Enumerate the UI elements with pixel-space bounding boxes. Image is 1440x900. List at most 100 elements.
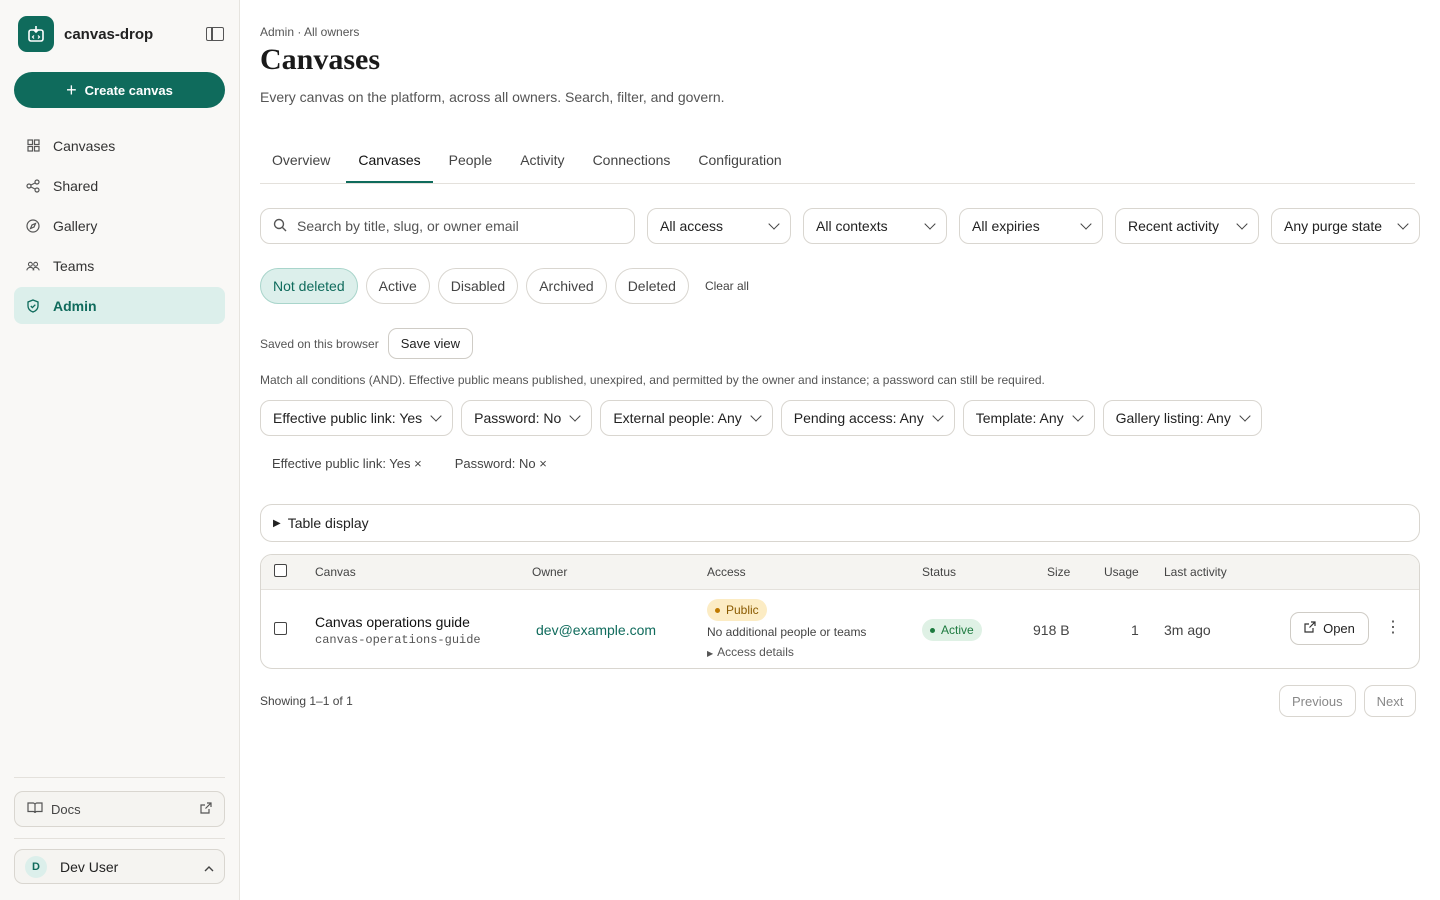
chevron-down-icon: [1072, 410, 1084, 422]
chevron-down-icon: [750, 410, 762, 422]
docs-link[interactable]: Docs: [14, 791, 225, 827]
pagination: Previous Next: [1279, 685, 1417, 717]
select-value: All expiries: [972, 218, 1040, 234]
saved-label: Saved on this browser: [260, 336, 379, 351]
sidebar-item-label: Shared: [53, 177, 99, 194]
access-details-toggle[interactable]: ▶ Access details: [707, 645, 794, 659]
column-header-owner[interactable]: Owner: [532, 565, 567, 579]
chip-disabled[interactable]: Disabled: [437, 268, 519, 304]
create-canvas-button[interactable]: + Create canvas: [14, 72, 225, 108]
context-filter-select[interactable]: All contexts: [803, 208, 947, 244]
canvases-table: Canvas Owner Access Status Size Usage La…: [260, 554, 1420, 669]
dot-icon: [930, 627, 935, 633]
owner-email-link[interactable]: dev@example.com: [536, 622, 656, 638]
access-note: No additional people or teams: [707, 625, 867, 639]
active-filter-pills: Effective public link: Yes × Password: N…: [260, 455, 568, 473]
column-header-size[interactable]: Size: [1047, 565, 1070, 579]
sidebar-item-shared[interactable]: Shared: [14, 167, 225, 204]
chevron-down-icon: [1397, 218, 1409, 230]
gallery-listing-filter[interactable]: Gallery listing: Any: [1102, 400, 1262, 436]
chevron-down-icon: [768, 218, 780, 230]
sidebar-item-admin[interactable]: Admin: [14, 287, 225, 324]
pagination-summary: Showing 1–1 of 1: [260, 694, 353, 708]
sidebar: canvas-drop + Create canvas Canvases Shar…: [0, 0, 240, 900]
plus-icon: +: [66, 79, 77, 100]
user-menu[interactable]: D Dev User: [14, 849, 225, 884]
select-all-checkbox[interactable]: [274, 564, 287, 577]
chip-deleted[interactable]: Deleted: [614, 268, 689, 304]
chip-not-deleted[interactable]: Not deleted: [260, 268, 358, 304]
save-view-button[interactable]: Save view: [387, 328, 473, 359]
chip-archived[interactable]: Archived: [526, 268, 607, 304]
column-header-access[interactable]: Access: [707, 565, 746, 579]
sort-select[interactable]: Recent activity: [1115, 208, 1259, 244]
sidebar-toggle-icon[interactable]: [206, 27, 224, 41]
tab-overview[interactable]: Overview: [260, 144, 342, 183]
sidebar-item-canvases[interactable]: Canvases: [14, 127, 225, 164]
advanced-filters: Effective public link: Yes Password: No …: [260, 400, 1270, 436]
compass-icon: [26, 218, 40, 233]
tab-connections[interactable]: Connections: [581, 144, 683, 183]
sidebar-divider: [14, 777, 225, 778]
purge-filter-select[interactable]: Any purge state: [1271, 208, 1420, 244]
sidebar-item-label: Canvases: [53, 137, 116, 154]
more-actions-icon[interactable]: ⋮: [1385, 618, 1401, 638]
chip-active[interactable]: Active: [365, 268, 430, 304]
access-filter-select[interactable]: All access: [647, 208, 791, 244]
open-canvas-button[interactable]: Open: [1290, 612, 1369, 645]
saved-view-row: Saved on this browser Save view: [260, 328, 473, 359]
row-checkbox[interactable]: [274, 622, 287, 635]
search-icon: [273, 218, 287, 235]
external-link-icon: [1304, 621, 1316, 636]
remove-filter-pill[interactable]: Password: No ×: [443, 455, 559, 473]
table-display-toggle[interactable]: ▶ Table display: [260, 504, 1420, 542]
pending-access-filter[interactable]: Pending access: Any: [780, 400, 955, 436]
table-row: Canvas operations guide canvas-operation…: [261, 590, 1419, 668]
search-input[interactable]: [297, 218, 617, 234]
password-filter[interactable]: Password: No: [461, 400, 593, 436]
chevron-down-icon: [569, 410, 581, 422]
table-display-label: Table display: [287, 515, 369, 531]
sidebar-nav: Canvases Shared Gallery Teams Admin: [14, 127, 225, 327]
app-name: canvas-drop: [64, 25, 154, 43]
tab-configuration[interactable]: Configuration: [686, 144, 793, 183]
next-page-button[interactable]: Next: [1363, 685, 1417, 717]
avatar: D: [25, 855, 47, 878]
template-filter[interactable]: Template: Any: [962, 400, 1095, 436]
last-activity: 3m ago: [1164, 622, 1211, 638]
status-label: Active: [941, 623, 974, 637]
column-header-status[interactable]: Status: [922, 565, 956, 579]
shield-icon: [26, 298, 40, 313]
canvas-title[interactable]: Canvas operations guide: [315, 614, 470, 630]
tab-activity[interactable]: Activity: [508, 144, 576, 183]
disclosure-triangle-icon: ▶: [707, 649, 714, 658]
column-header-usage[interactable]: Usage: [1104, 565, 1139, 579]
canvas-slug: canvas-operations-guide: [315, 633, 481, 647]
share-icon: [26, 178, 40, 193]
sidebar-item-teams[interactable]: Teams: [14, 247, 225, 284]
sidebar-item-label: Teams: [53, 257, 95, 274]
tab-people[interactable]: People: [437, 144, 505, 183]
select-value: Any purge state: [1284, 218, 1383, 234]
previous-page-button[interactable]: Previous: [1279, 685, 1356, 717]
filter-value: Effective public link: Yes: [273, 410, 423, 426]
users-icon: [26, 259, 40, 273]
clear-all-link[interactable]: Clear all: [705, 279, 749, 293]
book-icon: [27, 801, 43, 817]
sidebar-item-gallery[interactable]: Gallery: [14, 207, 225, 244]
match-description: Match all conditions (AND). Effective pu…: [260, 373, 1045, 387]
column-header-canvas[interactable]: Canvas: [315, 565, 356, 579]
expiry-filter-select[interactable]: All expiries: [959, 208, 1103, 244]
effective-public-filter[interactable]: Effective public link: Yes: [260, 400, 454, 436]
column-header-last-activity[interactable]: Last activity: [1164, 565, 1227, 579]
select-value: All access: [660, 218, 724, 234]
docs-label: Docs: [51, 801, 81, 817]
external-people-filter[interactable]: External people: Any: [600, 400, 773, 436]
chevron-up-icon: [204, 859, 214, 875]
remove-filter-pill[interactable]: Effective public link: Yes ×: [260, 455, 434, 473]
search-box: [260, 208, 635, 244]
tab-canvases[interactable]: Canvases: [346, 144, 433, 183]
filter-value: Password: No: [474, 410, 562, 426]
chevron-down-icon: [1239, 410, 1251, 422]
canvas-drop-logo-icon: [18, 16, 54, 52]
